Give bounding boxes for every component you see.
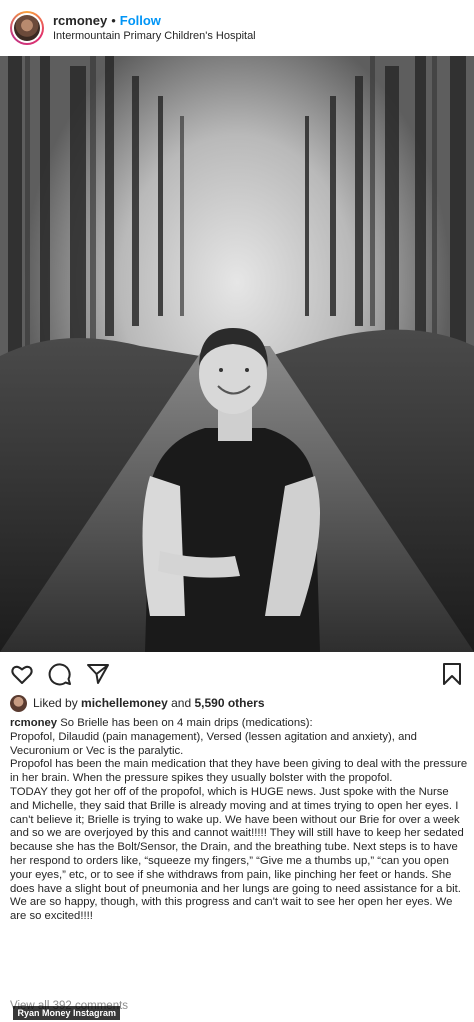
post-image xyxy=(0,56,474,652)
caption-propofol: Propofol has been the main medication th… xyxy=(10,758,468,785)
username-link[interactable]: rcmoney xyxy=(53,13,107,29)
caption-username[interactable]: rcmoney xyxy=(10,717,57,729)
liker-username[interactable]: michellemoney xyxy=(81,696,168,710)
action-bar xyxy=(0,658,474,688)
likes-others[interactable]: 5,590 others xyxy=(194,696,264,710)
location-link[interactable]: Intermountain Primary Children's Hospita… xyxy=(53,30,256,43)
header-row: rcmoney • Follow xyxy=(53,13,256,29)
post-photo[interactable] xyxy=(0,56,474,652)
likes-conjunction: and xyxy=(171,696,192,710)
heart-icon[interactable] xyxy=(10,662,34,686)
avatar-image xyxy=(14,15,40,41)
caption-line-1: rcmoney So Brielle has been on 4 main dr… xyxy=(10,717,468,731)
photo-credit: Ryan Money Instagram xyxy=(13,1006,120,1020)
caption-intro: So Brielle has been on 4 main drips (med… xyxy=(57,717,313,729)
likes-row: Liked by michellemoney and 5,590 others xyxy=(10,693,265,713)
likes-prefix: Liked by xyxy=(33,696,78,710)
follow-button[interactable]: Follow xyxy=(120,13,161,29)
post-caption: rcmoney So Brielle has been on 4 main dr… xyxy=(10,717,468,924)
liker-avatar xyxy=(10,694,27,712)
post-header: rcmoney • Follow Intermountain Primary C… xyxy=(0,0,474,56)
avatar-ring xyxy=(12,13,42,43)
share-icon[interactable] xyxy=(86,662,110,686)
avatar[interactable] xyxy=(10,11,44,45)
caption-medications: Propofol, Dilaudid (pain management), Ve… xyxy=(10,730,417,757)
caption-today: TODAY they got her off of the propofol, … xyxy=(10,785,464,923)
separator-dot: • xyxy=(111,12,116,28)
header-text: rcmoney • Follow Intermountain Primary C… xyxy=(53,13,256,44)
comment-icon[interactable] xyxy=(48,662,72,686)
bookmark-icon[interactable] xyxy=(440,662,464,686)
